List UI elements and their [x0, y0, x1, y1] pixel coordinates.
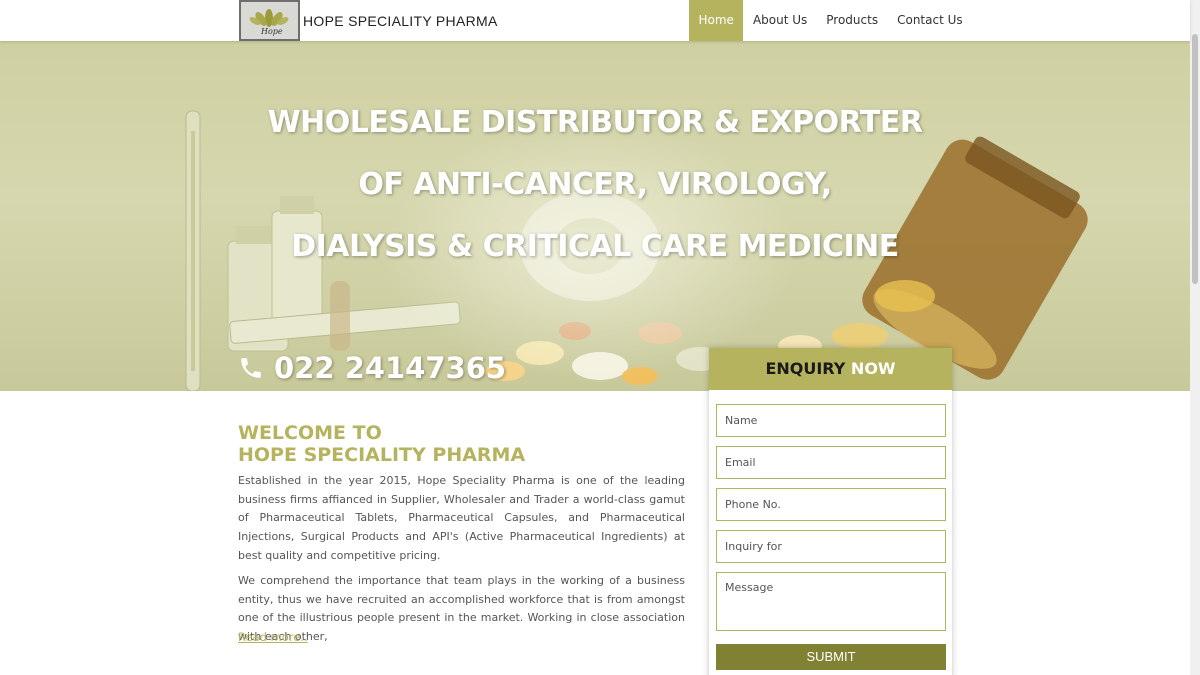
- hero-heading-line-3: DIALYSIS & CRITICAL CARE MEDICINE: [291, 229, 899, 264]
- enquiry-title-accent: NOW: [850, 359, 896, 378]
- phone-number[interactable]: 022 24147365: [238, 351, 506, 385]
- site-header: Hope HOPE SPECIALITY PHARMA Home About U…: [0, 0, 1190, 41]
- logo[interactable]: Hope: [239, 0, 300, 41]
- welcome-paragraph-1: Established in the year 2015, Hope Speci…: [238, 474, 685, 562]
- phone-number-text: 022 24147365: [274, 351, 507, 385]
- welcome-title-line-2: HOPE SPECIALITY PHARMA: [238, 444, 526, 466]
- inquiry-for-input[interactable]: Inquiry for: [716, 530, 946, 563]
- scrollbar-thumb[interactable]: [1192, 34, 1198, 284]
- name-input[interactable]: Name: [716, 404, 946, 437]
- welcome-title-line-1: WELCOME TO: [238, 422, 382, 444]
- nav-contact-us[interactable]: Contact Us: [888, 0, 973, 41]
- hero-banner: WHOLESALE DISTRIBUTOR & EXPORTER OF ANTI…: [0, 41, 1190, 391]
- logo-script-text: Hope: [261, 27, 283, 36]
- hero-heading-line-1: WHOLESALE DISTRIBUTOR & EXPORTER: [267, 105, 923, 140]
- nav-about-us[interactable]: About Us: [743, 0, 816, 41]
- nav-products[interactable]: Products: [817, 0, 888, 41]
- enquiry-title: ENQUIRY: [765, 359, 846, 378]
- read-more-link[interactable]: Read more..: [238, 630, 308, 644]
- enquiry-form: ENQUIRY NOW Name Email Phone No. Inquiry…: [709, 348, 952, 675]
- email-input[interactable]: Email: [716, 446, 946, 479]
- hero-heading-line-2: OF ANTI-CANCER, VIROLOGY,: [358, 167, 832, 202]
- enquiry-heading: ENQUIRY NOW: [709, 348, 952, 390]
- page-scrollbar[interactable]: [1190, 0, 1200, 675]
- phone-input[interactable]: Phone No.: [716, 488, 946, 521]
- brand-name[interactable]: HOPE SPECIALITY PHARMA: [303, 13, 498, 29]
- main-nav: Home About Us Products Contact Us: [689, 0, 972, 41]
- message-textarea[interactable]: Message: [716, 572, 946, 631]
- logo-background: Hope: [241, 2, 298, 39]
- phone-icon: [241, 358, 261, 378]
- welcome-title: WELCOME TO HOPE SPECIALITY PHARMA: [238, 422, 525, 466]
- submit-button[interactable]: SUBMIT: [716, 644, 946, 670]
- nav-home[interactable]: Home: [689, 0, 744, 41]
